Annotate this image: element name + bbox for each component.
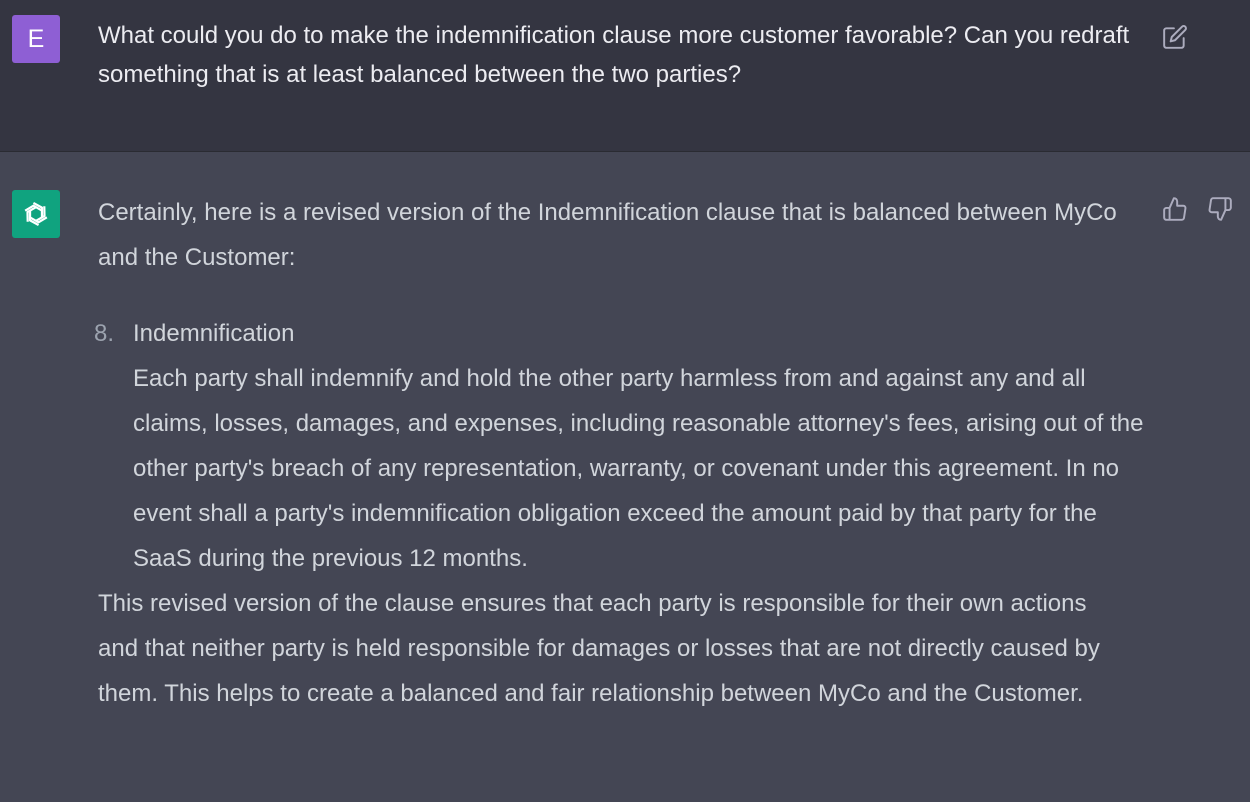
clause-list-item: 8. Indemnification Each party shall inde…: [94, 311, 1148, 581]
assistant-summary-text: This revised version of the clause ensur…: [98, 590, 1100, 707]
user-avatar: E: [12, 15, 60, 63]
assistant-intro-text: Certainly, here is a revised version of …: [98, 199, 1117, 271]
thumbs-down-icon[interactable]: [1207, 196, 1233, 222]
assistant-message-row: Certainly, here is a revised version of …: [0, 152, 1250, 802]
user-message-text: What could you do to make the indemnific…: [98, 22, 1130, 88]
assistant-message-content: Certainly, here is a revised version of …: [94, 190, 1148, 716]
openai-logo-icon: [12, 190, 60, 238]
clause-body: Each party shall indemnify and hold the …: [133, 365, 1144, 572]
user-message-row: E What could you do to make the indemnif…: [0, 0, 1250, 152]
edit-icon[interactable]: [1162, 24, 1188, 50]
clause-number: 8.: [94, 320, 115, 347]
thumbs-up-icon[interactable]: [1162, 196, 1188, 222]
clause-title: Indemnification: [133, 320, 295, 347]
